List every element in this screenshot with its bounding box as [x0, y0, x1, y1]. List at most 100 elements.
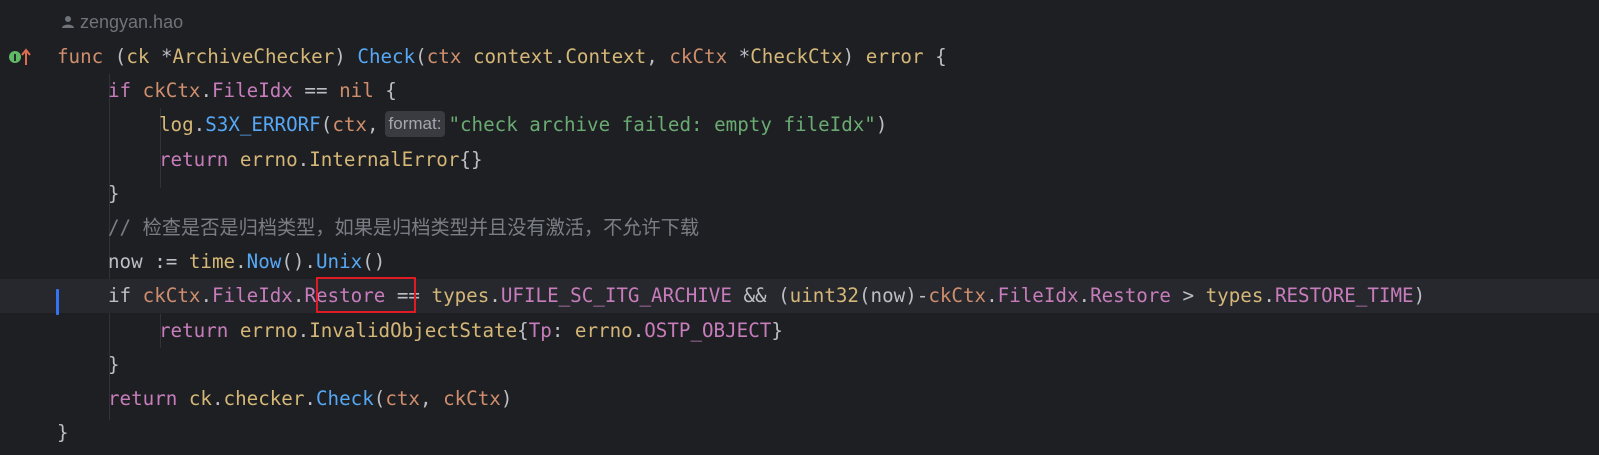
code-token: . [200, 284, 212, 308]
code-token: types [431, 284, 490, 308]
code-token: Unix [315, 250, 363, 274]
code-line-content: log.S3X_ERRORF(ctx, format: "check archive… [159, 108, 887, 142]
code-line-content: } [108, 177, 120, 211]
code-token: . [489, 284, 501, 308]
code-line[interactable]: // 检查是否是归档类型，如果是归档类型并且没有激活，不允许下载 [0, 211, 1599, 245]
code-token: uint32 [789, 284, 859, 308]
code-token: ) [500, 387, 513, 410]
code-line[interactable]: if ckCtx.FileIdx.Restore == types.UFILE_… [0, 279, 1599, 314]
code-token: error [865, 45, 924, 68]
code-token: errno [574, 318, 633, 342]
code-line[interactable]: func (ck *ArchiveChecker) Check(ctx cont… [0, 40, 1599, 74]
code-token: Restore [1090, 284, 1171, 308]
code-token: "check archive failed: empty fileIdx" [448, 113, 876, 137]
code-line-content: return errno.InvalidObjectState{Tp: errn… [159, 314, 783, 348]
code-line[interactable]: return ck.checker.Check(ctx, ckCtx) [0, 382, 1599, 416]
code-token: . [986, 284, 998, 308]
code-token: ckCtx [669, 45, 728, 68]
code-token: ckCtx [443, 387, 501, 410]
code-token: ckCtx [928, 284, 987, 308]
code-token: UFILE_SC_ITG_ARCHIVE [500, 284, 732, 308]
code-token: * [727, 45, 751, 68]
person-icon [62, 16, 74, 28]
parameter-hint: format: [384, 111, 446, 138]
code-line[interactable]: return errno.InternalError{} [0, 143, 1599, 177]
code-token: InternalError [309, 147, 460, 171]
code-line[interactable]: } [0, 416, 1599, 450]
code-token: ckCtx [142, 79, 201, 103]
code-token: func [57, 45, 104, 68]
code-token: nil [339, 79, 374, 103]
code-token: : [551, 318, 575, 342]
code-line[interactable]: if ckCtx.FileIdx == nil { [0, 74, 1599, 108]
code-token: Tp [528, 318, 552, 342]
code-token: Context [565, 45, 647, 68]
code-token: ) [875, 113, 888, 137]
code-token: ( [103, 45, 127, 68]
code-token: . [297, 318, 310, 342]
code-token: (). [281, 250, 316, 274]
code-token: { [517, 318, 529, 342]
code-token: ck [126, 45, 150, 68]
code-token: . [553, 45, 566, 68]
code-token: FileIdx [212, 284, 293, 308]
code-line-content: return errno.InternalError{} [159, 143, 483, 177]
code-token: ( [373, 387, 386, 410]
code-line-content: // 检查是否是归档类型，如果是归档类型并且没有激活，不允许下载 [108, 211, 699, 245]
code-line-content: return ck.checker.Check(ctx, ckCtx) [108, 382, 512, 416]
code-token: * [149, 45, 173, 68]
code-token: ) [334, 45, 358, 68]
code-token: ArchiveChecker [172, 45, 335, 68]
code-line[interactable]: now := time.Now().Unix() [0, 245, 1599, 279]
code-token: := [142, 250, 189, 274]
code-token: time [188, 250, 236, 274]
code-token: ctx [332, 113, 367, 137]
code-token: if [108, 284, 132, 308]
code-token: , [419, 387, 444, 410]
code-token: ctx [426, 45, 462, 68]
code-token: } [57, 421, 69, 445]
code-line[interactable]: return errno.InvalidObjectState{Tp: errn… [0, 314, 1599, 348]
code-token: now [108, 250, 143, 274]
highlight-box-restore [316, 277, 416, 313]
code-token: now [870, 284, 906, 308]
code-token: == [292, 79, 340, 103]
code-line[interactable]: log.S3X_ERRORF(ctx, format: "check archive… [0, 108, 1599, 142]
code-token: CheckCtx [750, 45, 843, 68]
code-token: RESTORE_TIME [1274, 284, 1414, 308]
vcs-change-marker[interactable] [56, 289, 59, 315]
code-token: { [923, 45, 947, 68]
code-token: context [472, 45, 554, 68]
code-token: return [159, 318, 229, 342]
code-token: . [304, 387, 316, 410]
code-author-hint[interactable]: zengyan.hao [62, 10, 183, 34]
code-token: FileIdx [212, 79, 293, 103]
code-line[interactable]: } [0, 348, 1599, 382]
code-editor[interactable]: I zengyan.hao func (ck *ArchiveChecker) … [0, 0, 1599, 455]
code-token: . [211, 387, 224, 410]
code-token: } [108, 352, 120, 376]
code-token: FileIdx [997, 284, 1079, 308]
code-token: errno [239, 147, 298, 171]
code-token: if [108, 79, 132, 103]
code-token: } [108, 181, 120, 205]
code-token: . [1263, 284, 1275, 308]
code-token: ctx [385, 387, 420, 410]
code-token: errno [239, 318, 298, 342]
code-token: ) [842, 45, 866, 68]
code-line-content: } [57, 416, 69, 450]
code-line-content: if ckCtx.FileIdx.Restore == types.UFILE_… [108, 279, 1425, 313]
code-token: . [1078, 284, 1091, 308]
code-token: // 检查是否是归档类型，如果是归档类型并且没有激活，不允许下载 [108, 216, 700, 239]
code-token: > [1170, 284, 1206, 308]
code-line[interactable]: } [0, 177, 1599, 211]
code-token: log [159, 113, 194, 137]
code-token: ) [1413, 284, 1426, 308]
code-token: S3X_ERRORF [205, 113, 321, 137]
code-token: checker [223, 387, 305, 410]
